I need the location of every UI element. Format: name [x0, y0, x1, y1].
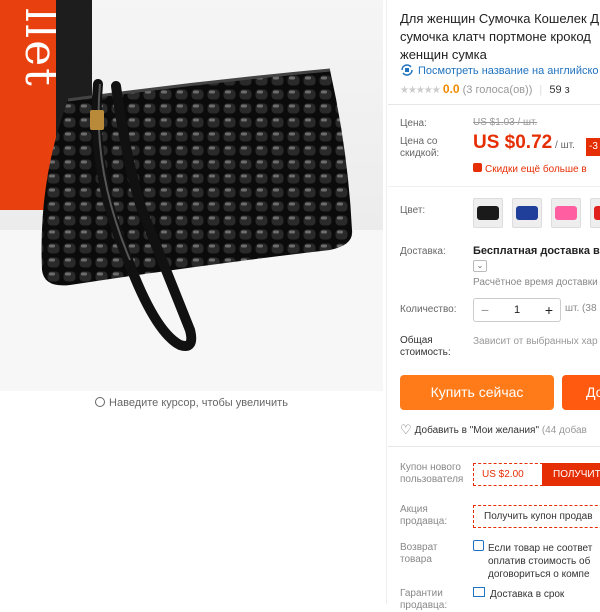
- extra-discount-link[interactable]: Скидки ещё больше в: [473, 163, 587, 175]
- color-swatch-black[interactable]: [473, 198, 503, 228]
- product-title: Для женщин Сумочка Кошелек Д сумочка кла…: [400, 10, 600, 64]
- translate-icon: [401, 64, 413, 76]
- get-coupon-button[interactable]: ПОЛУЧИТЕ: [542, 463, 600, 486]
- total-note: Зависит от выбранных хар: [473, 336, 598, 347]
- price-label: Цена:: [400, 118, 427, 129]
- wishlist-count: (44 добав: [541, 425, 587, 436]
- new-user-coupon-label-line: Купон нового: [400, 462, 461, 473]
- color-label: Цвет:: [400, 205, 426, 216]
- wishlist-link[interactable]: ♡ Добавить в "Мои желания" (44 добав: [400, 421, 587, 437]
- heart-icon: ♡: [400, 422, 412, 437]
- guarantee-info: Доставка в срок: [473, 587, 564, 600]
- clutch-bag-illustration: [41, 68, 353, 351]
- total-label-line: Общая: [400, 335, 433, 346]
- delivery-time-note: Расчётное время доставки: [473, 277, 598, 288]
- product-title-line: сумочка клатч портмоне крокод: [400, 29, 591, 44]
- seller-coupon-button[interactable]: Получить купон продав: [473, 505, 600, 528]
- shipping-value: Бесплатная доставка в R: [473, 245, 600, 257]
- app-discount-icon: [473, 163, 482, 172]
- quantity-stepper: − 1 +: [473, 298, 561, 322]
- guarantee-label: Гарантии продавца:: [400, 588, 447, 612]
- seller-promo-label: Акция продавца:: [400, 504, 447, 528]
- quantity-decrease-button[interactable]: −: [474, 299, 496, 321]
- quantity-unit: шт. (38: [565, 303, 597, 314]
- shipping-label: Доставка:: [400, 246, 446, 257]
- color-swatch-blue[interactable]: [512, 198, 542, 228]
- returns-label-line: товара: [400, 554, 432, 565]
- add-to-cart-button[interactable]: До: [562, 375, 600, 410]
- seller-promo-label-line: Акция: [400, 504, 428, 515]
- rating-row: ★★★★★ 0.0 (3 голоса(ов)) | 59 з: [400, 82, 570, 96]
- buy-now-button[interactable]: Купить сейчас: [400, 375, 554, 410]
- discount-price-label-line: скидкой:: [400, 148, 440, 159]
- divider: [388, 186, 600, 187]
- translate-title-link[interactable]: Посмотреть название на английско: [400, 64, 599, 77]
- discount-price-label-line: Цена со: [400, 136, 438, 147]
- current-price: US $0.72 / шт.: [473, 132, 575, 154]
- returns-line: договориться о компе: [488, 569, 590, 580]
- magnifier-icon: [95, 397, 106, 407]
- zoom-hint-text: Наведите курсор, чтобы увеличить: [109, 397, 288, 409]
- guarantee-value: Доставка в срок: [490, 589, 565, 600]
- guarantee-label-line: Гарантии: [400, 588, 443, 599]
- product-title-line: Для женщин Сумочка Кошелек Д: [400, 11, 600, 26]
- color-swatch-pink[interactable]: [551, 198, 581, 228]
- orders-count: 59 з: [549, 84, 570, 96]
- column-divider: [386, 0, 387, 604]
- divider: [388, 104, 600, 105]
- wishlist-text[interactable]: Добавить в "Мои желания": [415, 425, 539, 436]
- rating-stars-icon: ★★★★★: [400, 85, 441, 96]
- rating-score: 0.0: [442, 82, 460, 96]
- new-user-coupon-label-line: пользователя: [400, 474, 464, 485]
- returns-label-line: Возврат: [400, 542, 438, 553]
- guarantee-label-line: продавца:: [400, 600, 448, 611]
- current-price-value: US $0.72: [473, 132, 553, 153]
- seller-promo-label-line: продавца:: [400, 516, 448, 527]
- old-price: US $1.03 / шт.: [473, 117, 538, 128]
- returns-info: Если товар не соответ оплатив стоимость …: [473, 540, 592, 581]
- quantity-label: Количество:: [400, 304, 457, 315]
- discount-price-label: Цена со скидкой:: [400, 136, 439, 160]
- total-label: Общая стоимость:: [400, 335, 451, 359]
- returns-line: Если товар не соответ: [488, 543, 593, 554]
- product-title-line: женщин сумка: [400, 47, 487, 62]
- discount-badge: -3: [586, 138, 600, 156]
- returns-label: Возврат товара: [400, 542, 438, 566]
- rating-count[interactable]: (3 голоса(ов)): [463, 84, 533, 96]
- chevron-down-icon[interactable]: ⌄: [473, 260, 487, 272]
- quantity-input[interactable]: 1: [496, 299, 538, 321]
- delivery-truck-icon: [473, 587, 485, 597]
- color-swatch-red[interactable]: [590, 198, 600, 228]
- zoom-hint: Наведите курсор, чтобы увеличить: [0, 396, 383, 409]
- new-user-coupon-value: US $2.00: [473, 463, 543, 486]
- total-label-line: стоимость:: [400, 347, 451, 358]
- product-image[interactable]: llet: [0, 0, 383, 391]
- translate-link-text[interactable]: Посмотреть название на английско: [418, 65, 599, 77]
- returns-line: оплатив стоимость об: [488, 556, 591, 567]
- quantity-increase-button[interactable]: +: [538, 299, 560, 321]
- return-policy-icon: [473, 540, 484, 551]
- extra-discount-text[interactable]: Скидки ещё больше в: [485, 164, 587, 175]
- divider: [388, 446, 600, 447]
- new-user-coupon-label: Купон нового пользователя: [400, 462, 463, 486]
- price-unit: / шт.: [552, 140, 575, 151]
